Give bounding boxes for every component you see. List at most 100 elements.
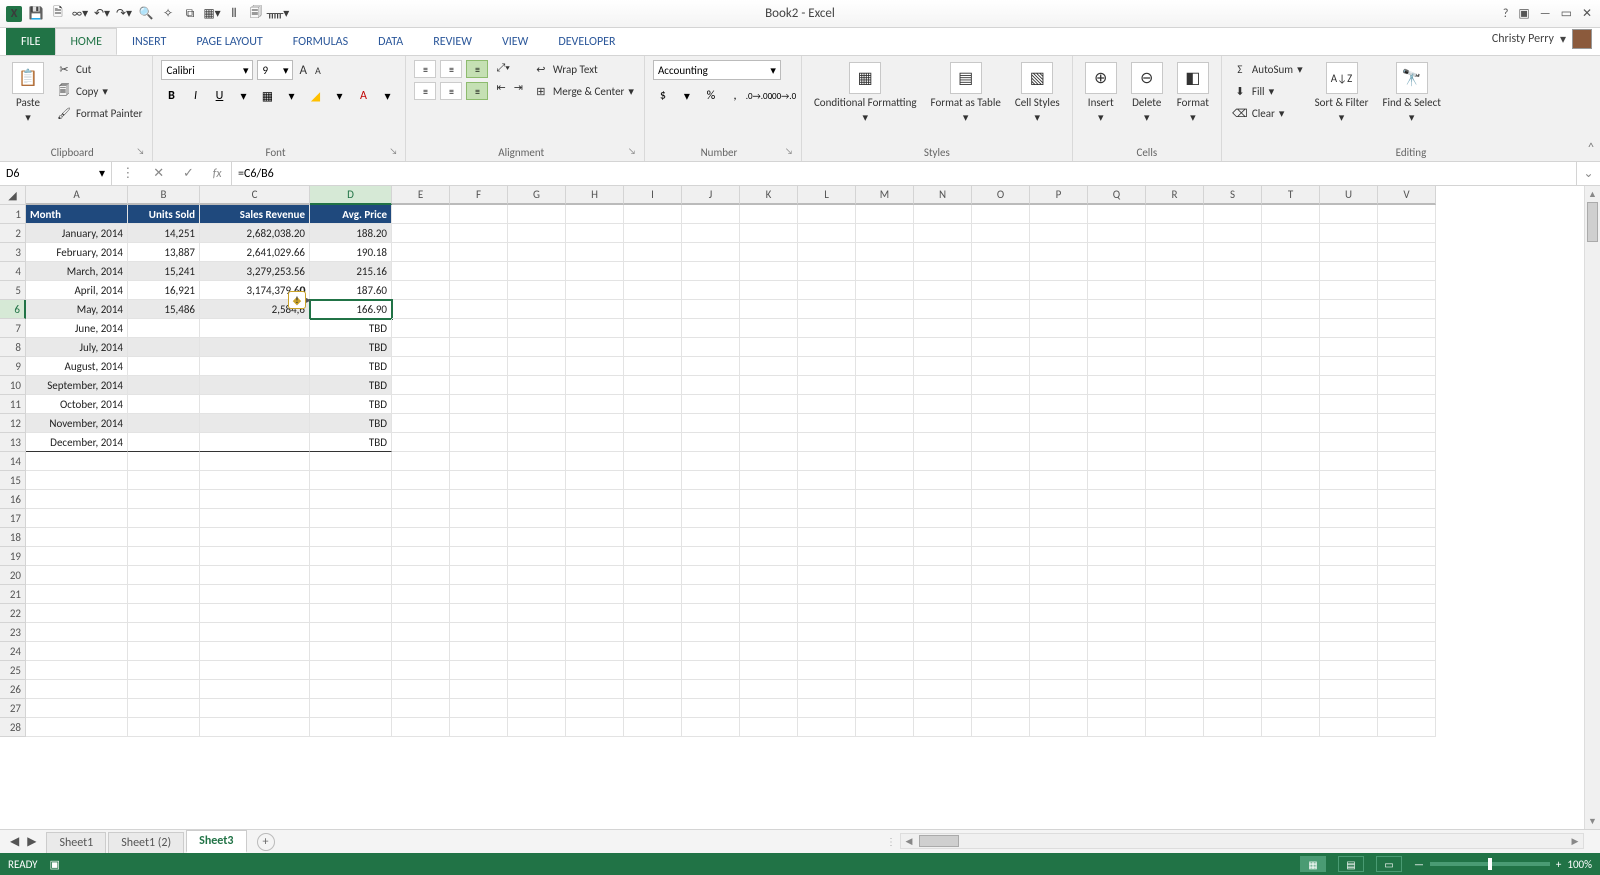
row-header-18[interactable]: 18 <box>0 528 26 547</box>
cell-N8[interactable] <box>914 338 972 357</box>
font-size-combo[interactable]: 9▾ <box>257 60 293 80</box>
cell-O4[interactable] <box>972 262 1030 281</box>
format-as-table-button[interactable]: ▤Format as Table▾ <box>927 60 1005 126</box>
cell-G28[interactable] <box>508 718 566 737</box>
cell-J9[interactable] <box>682 357 740 376</box>
cell-O15[interactable] <box>972 471 1030 490</box>
cell-D19[interactable] <box>310 547 392 566</box>
cell-D24[interactable] <box>310 642 392 661</box>
cell-K16[interactable] <box>740 490 798 509</box>
cell-M24[interactable] <box>856 642 914 661</box>
cell-V6[interactable] <box>1378 300 1436 319</box>
cell-N11[interactable] <box>914 395 972 414</box>
cell-U24[interactable] <box>1320 642 1378 661</box>
cell-C4[interactable]: 3,279,253.56 <box>200 262 310 281</box>
cell-G12[interactable] <box>508 414 566 433</box>
cell-U5[interactable] <box>1320 281 1378 300</box>
help-icon[interactable]: ? <box>1503 7 1509 21</box>
cell-I4[interactable] <box>624 262 682 281</box>
cell-T23[interactable] <box>1262 623 1320 642</box>
cell-L2[interactable] <box>798 224 856 243</box>
cell-G13[interactable] <box>508 433 566 452</box>
cell-N1[interactable] <box>914 205 972 224</box>
maximize-icon[interactable]: ▭ <box>1561 6 1572 21</box>
cell-C20[interactable] <box>200 566 310 585</box>
sheet-nav-prev-icon[interactable]: ◀ <box>10 834 19 849</box>
number-format-combo[interactable]: Accounting▾ <box>653 60 781 80</box>
cell-K26[interactable] <box>740 680 798 699</box>
format-cells-button[interactable]: ◧Format▾ <box>1173 60 1213 126</box>
cell-O3[interactable] <box>972 243 1030 262</box>
cell-O1[interactable] <box>972 205 1030 224</box>
cell-C19[interactable] <box>200 547 310 566</box>
cell-U20[interactable] <box>1320 566 1378 585</box>
cell-P4[interactable] <box>1030 262 1088 281</box>
cell-F28[interactable] <box>450 718 508 737</box>
cell-E20[interactable] <box>392 566 450 585</box>
cell-T1[interactable] <box>1262 205 1320 224</box>
cell-R2[interactable] <box>1146 224 1204 243</box>
redo-icon[interactable]: ↷▾ <box>116 6 132 22</box>
cell-S24[interactable] <box>1204 642 1262 661</box>
wrap-text-button[interactable]: ↩Wrap Text <box>531 60 636 78</box>
orientation-button[interactable]: ⤢▾ <box>494 60 511 76</box>
cell-L15[interactable] <box>798 471 856 490</box>
cell-P21[interactable] <box>1030 585 1088 604</box>
cell-Q16[interactable] <box>1088 490 1146 509</box>
cell-V22[interactable] <box>1378 604 1436 623</box>
cell-Q7[interactable] <box>1088 319 1146 338</box>
cell-P9[interactable] <box>1030 357 1088 376</box>
cell-O5[interactable] <box>972 281 1030 300</box>
row-header-15[interactable]: 15 <box>0 471 26 490</box>
cell-V27[interactable] <box>1378 699 1436 718</box>
cell-H13[interactable] <box>566 433 624 452</box>
tab-view[interactable]: VIEW <box>487 28 543 55</box>
chevron-down-icon[interactable]: ▾ <box>377 86 397 106</box>
cell-O24[interactable] <box>972 642 1030 661</box>
cell-E21[interactable] <box>392 585 450 604</box>
cell-B11[interactable] <box>128 395 200 414</box>
cell-U11[interactable] <box>1320 395 1378 414</box>
cell-R20[interactable] <box>1146 566 1204 585</box>
column-header-H[interactable]: H <box>566 186 624 205</box>
cell-S19[interactable] <box>1204 547 1262 566</box>
sheet-tab-1[interactable]: Sheet1 (2) <box>108 832 184 853</box>
cell-J14[interactable] <box>682 452 740 471</box>
cell-I21[interactable] <box>624 585 682 604</box>
cell-D9[interactable]: TBD <box>310 357 392 376</box>
cell-Q12[interactable] <box>1088 414 1146 433</box>
cell-G19[interactable] <box>508 547 566 566</box>
cell-I25[interactable] <box>624 661 682 680</box>
borders-button[interactable]: ▦ <box>257 86 277 106</box>
cell-L18[interactable] <box>798 528 856 547</box>
font-color-button[interactable]: A <box>353 86 373 106</box>
cell-O23[interactable] <box>972 623 1030 642</box>
cell-F3[interactable] <box>450 243 508 262</box>
cell-T6[interactable] <box>1262 300 1320 319</box>
column-header-O[interactable]: O <box>972 186 1030 205</box>
cell-D27[interactable] <box>310 699 392 718</box>
cell-C1[interactable]: Sales Revenue <box>200 205 310 224</box>
error-dropdown-icon[interactable]: ▸ <box>306 293 316 306</box>
align-icon[interactable]: ⫴ <box>226 6 242 22</box>
cell-V19[interactable] <box>1378 547 1436 566</box>
cell-M18[interactable] <box>856 528 914 547</box>
cell-D22[interactable] <box>310 604 392 623</box>
cell-M19[interactable] <box>856 547 914 566</box>
cell-I11[interactable] <box>624 395 682 414</box>
cell-L6[interactable] <box>798 300 856 319</box>
chevron-down-icon[interactable]: ▾ <box>233 86 253 106</box>
new-sheet-button[interactable]: + <box>257 833 275 851</box>
cell-T4[interactable] <box>1262 262 1320 281</box>
cell-K3[interactable] <box>740 243 798 262</box>
cell-T24[interactable] <box>1262 642 1320 661</box>
increase-indent-button[interactable]: ⇥ <box>512 80 525 95</box>
cell-H16[interactable] <box>566 490 624 509</box>
cell-A13[interactable]: December, 2014 <box>26 433 128 452</box>
cell-F23[interactable] <box>450 623 508 642</box>
decrease-font-button[interactable]: A <box>313 63 323 78</box>
cell-F11[interactable] <box>450 395 508 414</box>
cell-S14[interactable] <box>1204 452 1262 471</box>
cell-D5[interactable]: 187.60 <box>310 281 392 300</box>
cell-K21[interactable] <box>740 585 798 604</box>
